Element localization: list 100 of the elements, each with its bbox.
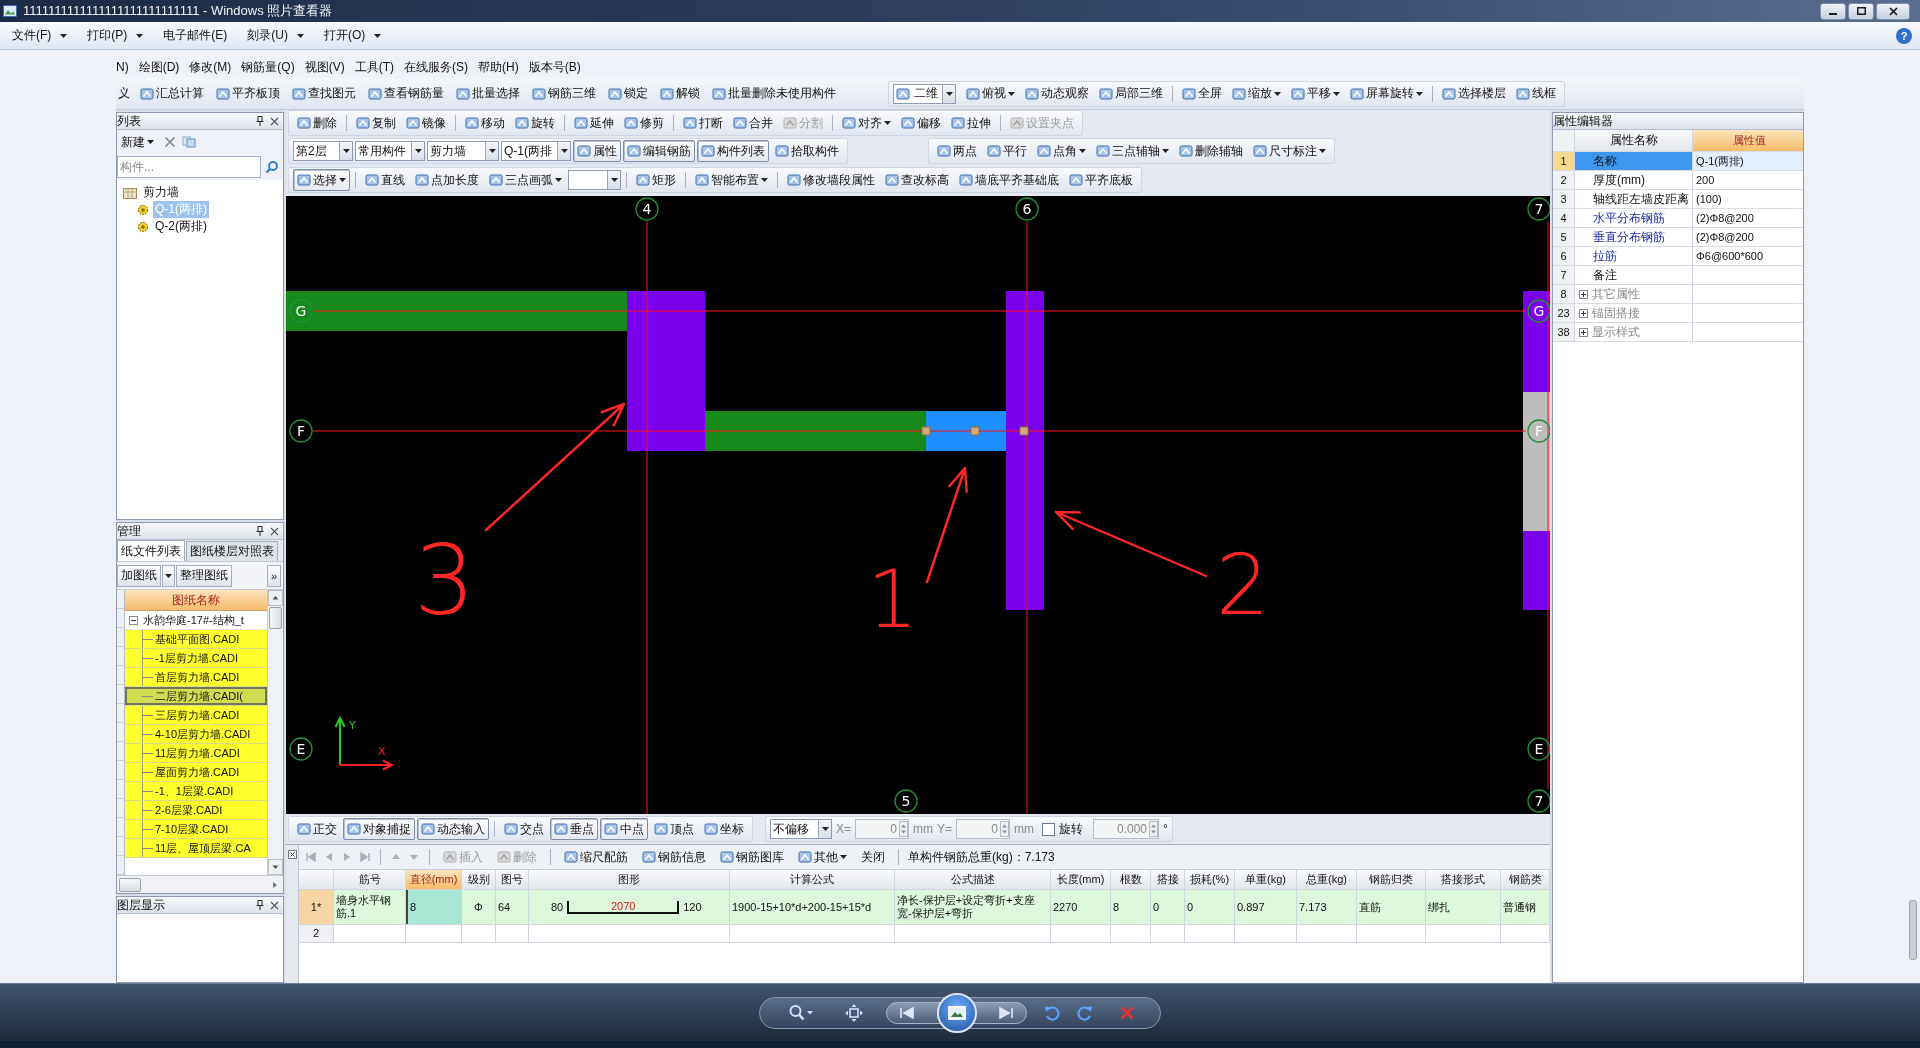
property-value[interactable]: (2)Φ8@200 bbox=[1693, 209, 1803, 227]
toolbar-button[interactable]: 锁定 bbox=[604, 82, 652, 105]
delete-icon[interactable] bbox=[1119, 1004, 1135, 1021]
toolbar-button[interactable]: 平齐底板 bbox=[1065, 169, 1137, 191]
column-header[interactable]: 公式描述 bbox=[895, 870, 1051, 889]
column-header[interactable]: 总重(kg) bbox=[1297, 870, 1357, 889]
column-header[interactable]: 根数 bbox=[1111, 870, 1151, 889]
component-combo[interactable]: 常用构件 bbox=[355, 141, 425, 161]
toolbar-button[interactable]: 垂点 bbox=[550, 818, 598, 840]
minimize-button[interactable] bbox=[1820, 2, 1846, 20]
toolbar-button[interactable]: 交点 bbox=[500, 818, 548, 840]
menu-item[interactable]: 工具(T) bbox=[354, 58, 394, 76]
expand-icon[interactable] bbox=[1579, 327, 1588, 337]
toolbar-button[interactable]: 复制 bbox=[352, 112, 400, 134]
property-value[interactable]: 200 bbox=[1693, 171, 1803, 189]
toolbar-button[interactable]: 其他 bbox=[794, 846, 851, 868]
menu-item[interactable]: 在线服务(S) bbox=[404, 58, 468, 76]
previous-icon[interactable] bbox=[899, 1006, 915, 1019]
toolbar-button[interactable]: 镜像 bbox=[402, 112, 450, 134]
property-value[interactable]: Φ6@600*600 bbox=[1693, 247, 1803, 265]
toolbar-button[interactable]: 钢筋信息 bbox=[638, 846, 710, 868]
file-row[interactable]: 三层剪力墙.CADI bbox=[125, 706, 267, 725]
rotate-right-icon[interactable] bbox=[1076, 1003, 1094, 1022]
scroll-thumb[interactable] bbox=[269, 607, 282, 629]
scroll-down-icon[interactable] bbox=[268, 859, 283, 875]
toolbar-button[interactable]: 移动 bbox=[461, 112, 509, 134]
rotate-left-icon[interactable] bbox=[1043, 1003, 1061, 1022]
property-name[interactable]: 厚度(mm) bbox=[1575, 171, 1693, 189]
toolbar-button[interactable]: 缩尺配筋 bbox=[560, 846, 632, 868]
toolbar-button[interactable]: 打断 bbox=[679, 112, 727, 134]
toolbar-button[interactable]: 三点辅轴 bbox=[1092, 140, 1173, 162]
column-header[interactable]: 损耗(%) bbox=[1185, 870, 1235, 889]
toolbar-button[interactable]: 点加长度 bbox=[411, 169, 483, 191]
expand-icon[interactable] bbox=[1579, 308, 1588, 318]
toolbar-button[interactable]: 全屏 bbox=[1178, 82, 1226, 105]
file-row[interactable]: 首层剪力墙.CADI bbox=[125, 668, 267, 687]
toolbar-button[interactable]: 查看钢筋量 bbox=[364, 82, 448, 105]
delete-icon[interactable] bbox=[164, 136, 176, 148]
maximize-button[interactable] bbox=[1848, 2, 1874, 20]
toolbar-button[interactable]: 中点 bbox=[600, 818, 648, 840]
toolbar-button[interactable]: 动态观察 bbox=[1021, 82, 1093, 105]
toolbar-button[interactable]: 选择楼层 bbox=[1438, 82, 1510, 105]
toolbar-button[interactable]: 批量删除未使用构件 bbox=[708, 82, 840, 105]
menu-item[interactable]: 电子邮件(E) bbox=[157, 24, 234, 47]
toolbar-button[interactable]: 坐标 bbox=[700, 818, 748, 840]
menu-item[interactable]: 钢筋量(Q) bbox=[241, 58, 295, 76]
column-header[interactable]: 单重(kg) bbox=[1235, 870, 1297, 889]
menu-item[interactable]: 文件(F) bbox=[6, 24, 74, 47]
component-combo[interactable]: Q-1(两排 bbox=[501, 141, 571, 161]
column-header[interactable]: 钢筋归类 bbox=[1357, 870, 1426, 889]
column-header[interactable]: 搭接 bbox=[1151, 870, 1185, 889]
add-drawing-button[interactable]: 加图纸 bbox=[117, 564, 161, 587]
toolbar-button[interactable]: 俯视 bbox=[962, 82, 1019, 105]
scroll-thumb[interactable] bbox=[119, 877, 141, 892]
tree-item[interactable]: Q-2(两排) bbox=[153, 218, 209, 235]
close-icon[interactable] bbox=[270, 900, 279, 910]
toolbar-button[interactable]: 尺寸标注 bbox=[1249, 140, 1330, 162]
toolbar-button[interactable]: 选择 bbox=[293, 169, 350, 191]
file-row[interactable]: 基础平面图.CADI bbox=[125, 630, 267, 649]
toolbar-button[interactable]: 墙底平齐基础底 bbox=[955, 169, 1063, 191]
more-button[interactable]: » bbox=[266, 564, 281, 587]
view-mode-combo[interactable]: 二维 bbox=[893, 83, 956, 104]
file-row[interactable]: 7-10层梁.CADI bbox=[125, 820, 267, 839]
property-name[interactable]: 垂直分布钢筋 bbox=[1575, 228, 1693, 246]
toolbar-button[interactable]: 线框 bbox=[1512, 82, 1560, 105]
toolbar-button[interactable]: 合并 bbox=[729, 112, 777, 134]
toolbar-button[interactable]: 顶点 bbox=[650, 818, 698, 840]
toolbar-button[interactable]: 对齐 bbox=[838, 112, 895, 134]
property-name[interactable]: 轴线距左墙皮距离 bbox=[1575, 190, 1693, 208]
slideshow-button[interactable] bbox=[936, 992, 977, 1033]
tab[interactable]: 图纸楼层对照表 bbox=[186, 541, 278, 561]
collapse-icon[interactable] bbox=[129, 615, 138, 625]
toolbar-button[interactable]: 点角 bbox=[1033, 140, 1090, 162]
pin-icon[interactable] bbox=[256, 900, 264, 910]
organize-button[interactable]: 整理图纸 bbox=[176, 564, 232, 587]
toolbar-button[interactable]: 解锁 bbox=[656, 82, 704, 105]
toolbar-button[interactable]: 屏幕旋转 bbox=[1346, 82, 1427, 105]
menu-item[interactable]: 绘图(D) bbox=[138, 58, 180, 76]
close-button[interactable]: 关闭 bbox=[857, 846, 889, 868]
toolbar-button[interactable]: 义 bbox=[116, 85, 132, 102]
offset-combo[interactable]: 不偏移 bbox=[770, 819, 832, 839]
file-row[interactable]: 11层、屋顶层梁.CA bbox=[125, 839, 267, 858]
file-row[interactable]: -1层剪力墙.CADI bbox=[125, 649, 267, 668]
toolbar-button[interactable]: 拉伸 bbox=[947, 112, 995, 134]
property-group[interactable]: 锚固搭接 bbox=[1592, 304, 1640, 322]
spinner-icon[interactable] bbox=[1149, 821, 1159, 837]
toolbar-button[interactable]: 查改标高 bbox=[881, 169, 953, 191]
scrollbar[interactable] bbox=[117, 875, 283, 893]
property-name[interactable]: 水平分布钢筋 bbox=[1575, 209, 1693, 227]
search-field[interactable]: 构件... bbox=[117, 156, 261, 178]
dropdown-button[interactable] bbox=[162, 564, 175, 587]
side-handle[interactable] bbox=[1909, 900, 1917, 960]
tab[interactable]: 纸文件列表 bbox=[117, 540, 185, 561]
grip-handle[interactable] bbox=[921, 426, 931, 436]
grip-handle[interactable] bbox=[1019, 426, 1029, 436]
file-row[interactable]: 11层剪力墙.CADI bbox=[125, 744, 267, 763]
toolbar-button[interactable]: 删除 bbox=[293, 112, 341, 134]
column-header[interactable]: 钢筋类 bbox=[1501, 870, 1550, 889]
column-header[interactable]: 计算公式 bbox=[730, 870, 895, 889]
file-row[interactable]: 屋面剪力墙.CADI bbox=[125, 763, 267, 782]
